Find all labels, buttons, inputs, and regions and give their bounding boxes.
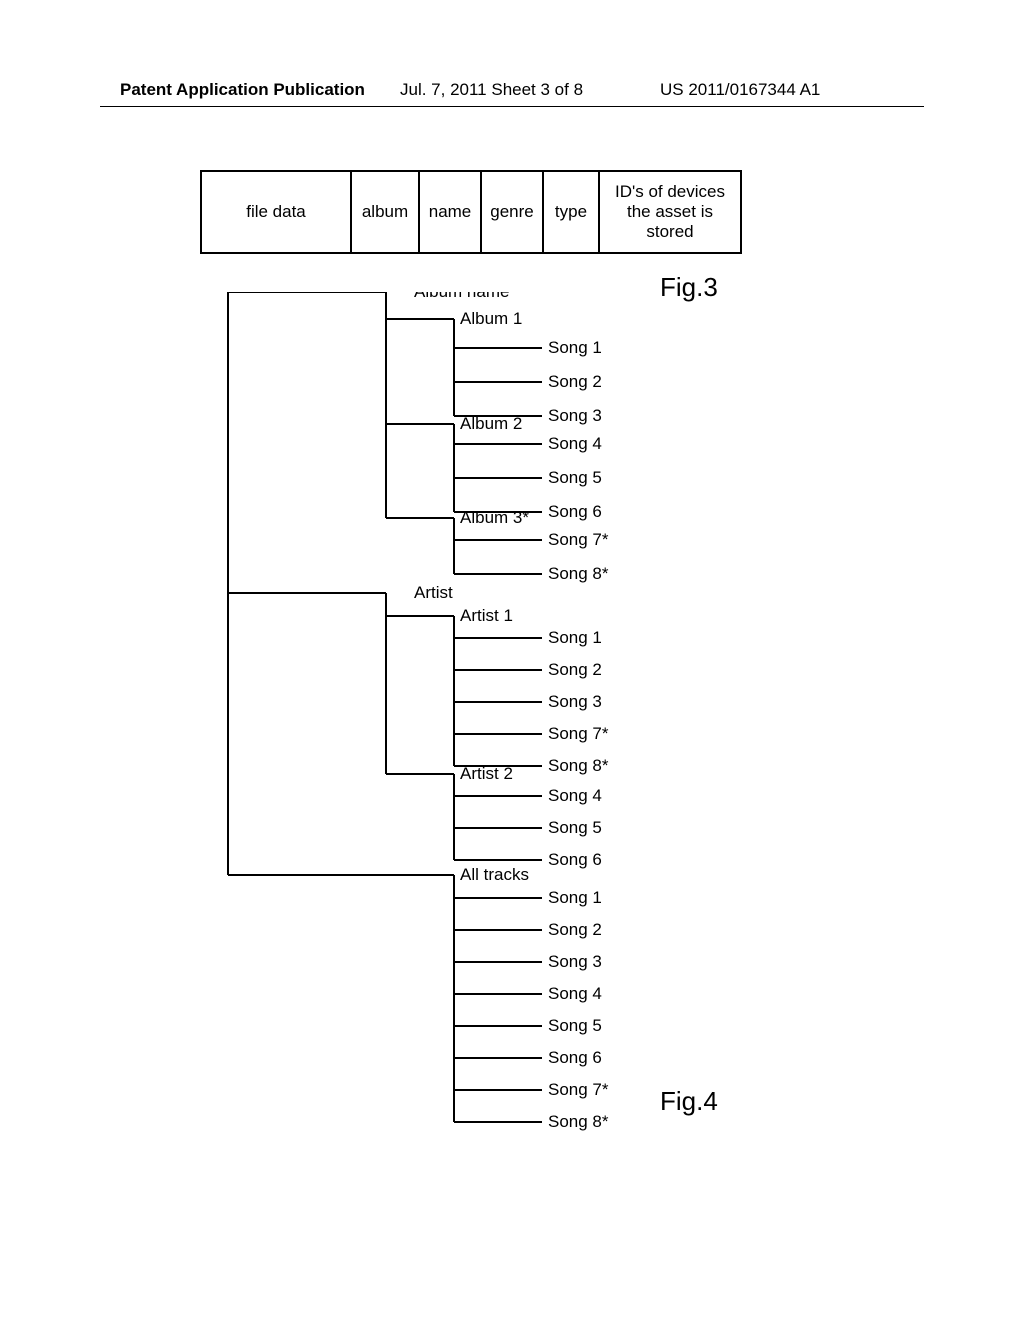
tree-label: Song 8*: [548, 1112, 609, 1131]
tree-label: Song 7*: [548, 1080, 609, 1099]
tree-label: Album 1: [460, 309, 522, 328]
col-type: type: [544, 172, 600, 252]
tree-label: Song 1: [548, 338, 602, 357]
tree-label: Song 3: [548, 952, 602, 971]
tree-label: Song 2: [548, 372, 602, 391]
tree-label: Song 1: [548, 628, 602, 647]
header-middle: Jul. 7, 2011 Sheet 3 of 8: [400, 80, 583, 100]
tree-diagram: Album name Album 1 Song 1 Song 2 Song 3 …: [226, 292, 746, 1192]
tree-label: Song 5: [548, 818, 602, 837]
tree-label: Song 1: [548, 888, 602, 907]
tree-label: Song 7*: [548, 724, 609, 743]
tree-label: Song 3: [548, 692, 602, 711]
tree-label: Artist: [414, 583, 453, 602]
col-device-ids: ID's of devices the asset is stored: [600, 172, 740, 252]
subtree-album2: Album 2 Song 4 Song 5 Song 6: [386, 414, 602, 521]
tree-label: Song 5: [548, 1016, 602, 1035]
tree-label: All tracks: [460, 865, 529, 884]
header-rule: [100, 106, 924, 107]
tree-label: Album 3*: [460, 508, 529, 527]
tree-label: Song 4: [548, 984, 602, 1003]
tree-label: Artist 2: [460, 764, 513, 783]
tree-label: Song 6: [548, 850, 602, 869]
col-file-data: file data: [202, 172, 352, 252]
tree-label: Song 5: [548, 468, 602, 487]
header-right: US 2011/0167344 A1: [660, 80, 820, 100]
col-album: album: [352, 172, 420, 252]
tree-label: Song 6: [548, 502, 602, 521]
subtree-artist1: Artist 1 Song 1 Song 2 Song 3 Song 7* So…: [386, 606, 609, 775]
tree-label: Album name: [414, 292, 509, 301]
tree-label: Song 8*: [548, 756, 609, 775]
tree-label: Song 6: [548, 1048, 602, 1067]
tree-label: Song 4: [548, 434, 602, 453]
tree-label: Song 2: [548, 660, 602, 679]
page: Patent Application Publication Jul. 7, 2…: [0, 0, 1024, 1320]
tree-label: Song 4: [548, 786, 602, 805]
tree-label: Artist 1: [460, 606, 513, 625]
col-name: name: [420, 172, 482, 252]
col-genre: genre: [482, 172, 544, 252]
subtree-album1: Album 1 Song 1 Song 2 Song 3: [386, 309, 602, 425]
tree-label: Album 2: [460, 414, 522, 433]
header-left: Patent Application Publication: [120, 80, 365, 100]
tree-label: Song 3: [548, 406, 602, 425]
tree-label: Song 2: [548, 920, 602, 939]
tree-label: Song 7*: [548, 530, 609, 549]
subtree-artist2: Artist 2 Song 4 Song 5 Song 6: [386, 764, 602, 869]
metadata-table: file data album name genre type ID's of …: [200, 170, 742, 254]
tree-label: Song 8*: [548, 564, 609, 583]
